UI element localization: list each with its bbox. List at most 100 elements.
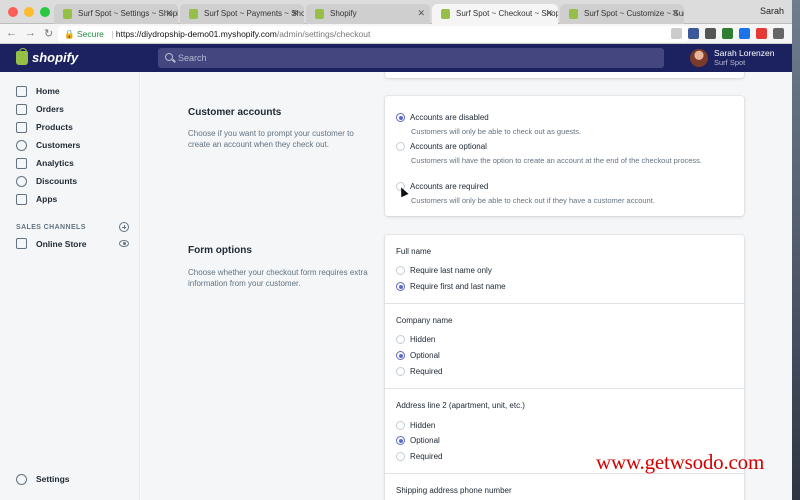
sidebar-item-orders[interactable]: Orders: [0, 100, 139, 118]
extension-icon[interactable]: [722, 28, 733, 39]
bookmark-star-icon[interactable]: [671, 28, 682, 39]
user-menu[interactable]: Sarah Lorenzen Surf Spot: [690, 48, 775, 68]
radio-button-checked[interactable]: [396, 351, 405, 360]
tab-label: Shopify: [330, 9, 357, 18]
radio-button[interactable]: [396, 367, 405, 376]
sidebar-item-label: Discounts: [36, 176, 78, 186]
sidebar-item-products[interactable]: Products: [0, 118, 139, 136]
extension-icon[interactable]: [739, 28, 750, 39]
sidebar-item-label: Orders: [36, 104, 64, 114]
browser-profile-name[interactable]: Sarah: [760, 6, 784, 16]
online-store-link[interactable]: Online Store: [16, 238, 87, 249]
address-bar-row: ← → ↻ 🔒 Secure | https://diydropship-dem…: [0, 24, 792, 44]
address-line2-label: Address line 2 (apartment, unit, etc.): [396, 401, 525, 410]
tab-label: Surf Spot ~ Settings ~ Shopify: [78, 9, 178, 18]
url-input[interactable]: 🔒 Secure | https://diydropship-demo01.my…: [58, 26, 688, 42]
accounts-required-radio[interactable]: Accounts are required: [396, 182, 488, 191]
address-required-radio[interactable]: Required: [396, 452, 442, 461]
shopify-logo[interactable]: shopify: [16, 47, 79, 65]
close-tab-icon[interactable]: ✕: [671, 8, 679, 19]
back-arrow-icon[interactable]: ←: [6, 27, 17, 40]
sidebar-item-analytics[interactable]: Analytics: [0, 154, 139, 172]
customer-accounts-title: Customer accounts: [188, 107, 282, 118]
form-options-title: Form options: [188, 245, 252, 256]
user-name: Sarah Lorenzen: [714, 48, 775, 58]
radio-button[interactable]: [396, 452, 405, 461]
url-path: /admin/settings/checkout: [276, 29, 371, 39]
address-optional-radio[interactable]: Optional: [396, 436, 440, 445]
sidebar: Home Orders Products Customers Analytics…: [0, 72, 140, 500]
company-optional-radio[interactable]: Optional: [396, 351, 440, 360]
browser-tab[interactable]: Surf Spot ~ Customize ~ Surf ✕: [560, 4, 684, 24]
radio-label: Optional: [410, 351, 440, 360]
address-hidden-radio[interactable]: Hidden: [396, 421, 435, 430]
sales-channels-label: SALES CHANNELS: [16, 223, 86, 231]
sidebar-item-label: Home: [36, 86, 60, 96]
sidebar-item-label: Analytics: [36, 158, 74, 168]
radio-label: Optional: [410, 436, 440, 445]
analytics-icon: [16, 157, 27, 169]
radio-button[interactable]: [396, 142, 405, 151]
menu-icon[interactable]: [773, 28, 784, 39]
radio-label: Required: [410, 367, 443, 376]
minimize-window-button[interactable]: [24, 7, 34, 17]
url-separator: |: [111, 29, 114, 39]
extension-icon[interactable]: [756, 28, 767, 39]
brand-name: shopify: [32, 50, 79, 65]
radio-button[interactable]: [396, 421, 405, 430]
shopify-favicon-icon: [63, 9, 72, 19]
products-icon: [16, 121, 27, 133]
view-store-eye-icon[interactable]: [119, 240, 129, 247]
radio-help-text: Customers will only be able to check out…: [411, 127, 582, 136]
sidebar-item-home[interactable]: Home: [0, 82, 139, 100]
secure-label: Secure: [76, 29, 104, 39]
browser-tab-active[interactable]: Surf Spot ~ Checkout ~ Shopify ✕: [432, 4, 558, 24]
radio-button-checked[interactable]: [396, 113, 405, 122]
forward-arrow-icon[interactable]: →: [25, 27, 36, 40]
watermark-text: www.getwsodo.com: [596, 450, 765, 474]
radio-label: Accounts are disabled: [410, 113, 489, 122]
radio-button[interactable]: [396, 266, 405, 275]
sidebar-main-nav: Home Orders Products Customers Analytics…: [0, 72, 139, 208]
radio-button[interactable]: [396, 335, 405, 344]
company-hidden-radio[interactable]: Hidden: [396, 335, 435, 344]
require-first-last-name-radio[interactable]: Require first and last name: [396, 282, 506, 291]
sidebar-item-apps[interactable]: Apps: [0, 190, 139, 208]
close-window-button[interactable]: [8, 7, 18, 17]
reload-icon[interactable]: ↻: [44, 27, 53, 40]
extension-icon[interactable]: [688, 28, 699, 39]
sidebar-item-customers[interactable]: Customers: [0, 136, 139, 154]
sidebar-item-label: Products: [36, 122, 73, 132]
browser-tab[interactable]: Shopify ✕: [306, 4, 430, 24]
browser-tab[interactable]: Surf Spot ~ Settings ~ Shopify ✕: [54, 4, 178, 24]
shopify-favicon-icon: [315, 9, 324, 19]
customer-accounts-description: Choose if you want to prompt your custom…: [188, 129, 354, 149]
radio-button-checked[interactable]: [396, 282, 405, 291]
maximize-window-button[interactable]: [40, 7, 50, 17]
accounts-disabled-radio[interactable]: Accounts are disabled: [396, 113, 489, 122]
radio-label: Require last name only: [410, 266, 492, 275]
shopify-favicon-icon: [189, 9, 198, 19]
sidebar-item-online-store[interactable]: Online Store: [0, 232, 139, 249]
extension-icons: [671, 28, 784, 39]
accounts-optional-radio[interactable]: Accounts are optional: [396, 142, 487, 151]
tab-label: Surf Spot ~ Checkout ~ Shopify: [456, 9, 558, 18]
company-required-radio[interactable]: Required: [396, 367, 442, 376]
close-tab-icon[interactable]: ✕: [545, 8, 553, 19]
add-sales-channel-icon[interactable]: [119, 222, 129, 232]
require-last-name-radio[interactable]: Require last name only: [396, 266, 492, 275]
settings-main-content: Customer accounts Choose if you want to …: [141, 72, 792, 500]
sidebar-item-discounts[interactable]: Discounts: [0, 172, 139, 190]
shopify-topbar: shopify Search Sarah Lorenzen Surf Spot: [0, 44, 792, 72]
search-input[interactable]: Search: [158, 48, 664, 68]
radio-button-checked[interactable]: [396, 436, 405, 445]
close-tab-icon[interactable]: ✕: [165, 8, 173, 19]
tab-label: Surf Spot ~ Customize ~ Surf: [584, 9, 684, 18]
sidebar-item-settings[interactable]: Settings: [0, 470, 70, 488]
browser-tab[interactable]: Surf Spot ~ Payments ~ Shopify ✕: [180, 4, 304, 24]
close-tab-icon[interactable]: ✕: [417, 8, 425, 19]
extension-icon[interactable]: [705, 28, 716, 39]
close-tab-icon[interactable]: ✕: [291, 8, 299, 19]
radio-label: Required: [410, 452, 443, 461]
customer-accounts-card: Accounts are disabled Customers will onl…: [385, 96, 744, 216]
